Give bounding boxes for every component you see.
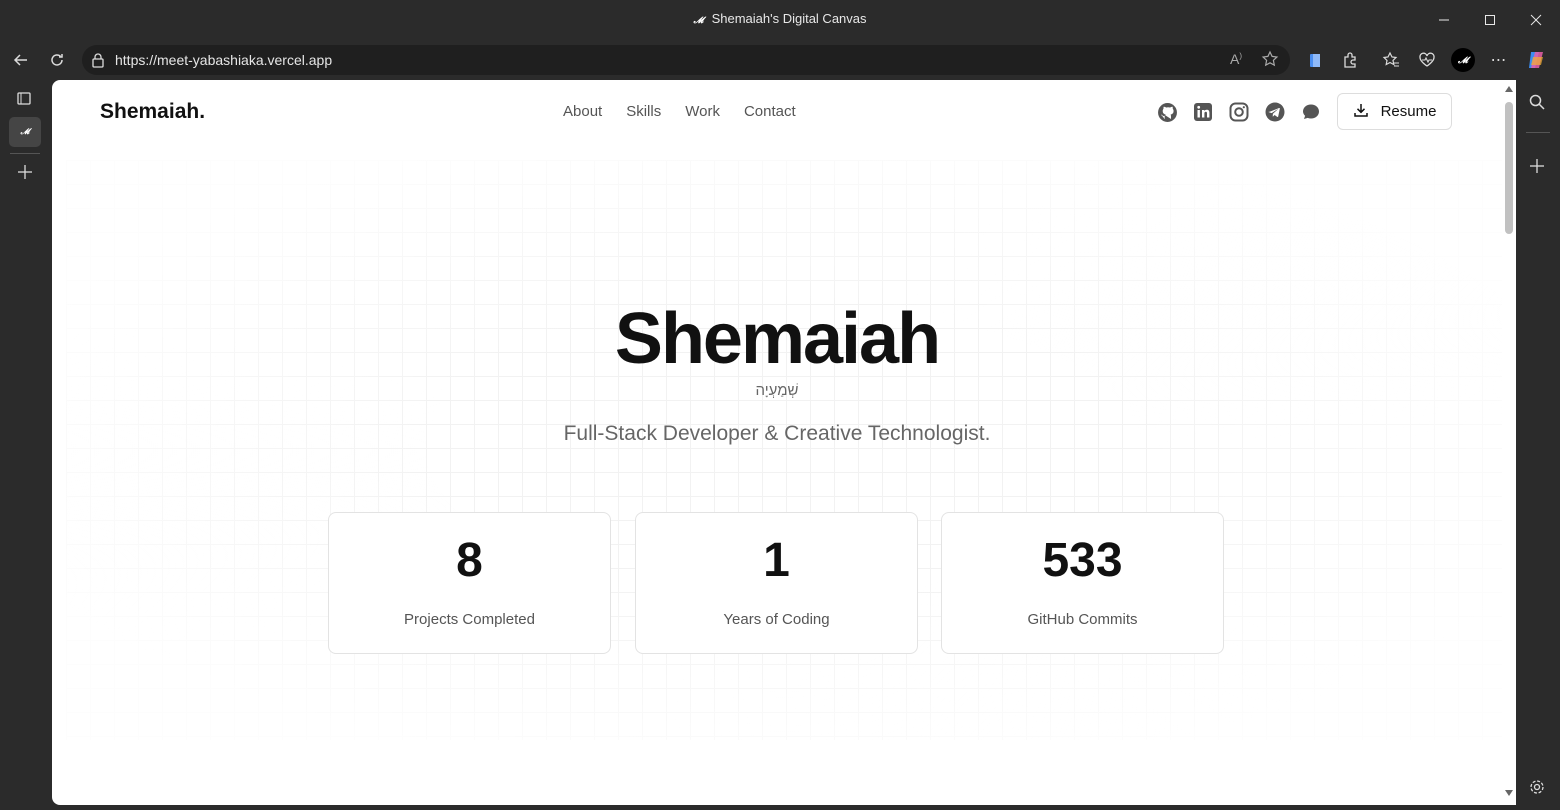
address-bar[interactable]: https://meet-yabashiaka.vercel.app A) [82,45,1290,75]
close-button[interactable] [1521,6,1551,34]
tab-favicon-icon: 𝓜 [693,15,704,25]
stat-label: GitHub Commits [1027,611,1138,628]
stat-label: Projects Completed [404,611,535,628]
browser-essentials-icon[interactable] [1415,48,1439,72]
more-options-icon[interactable]: ⋯ [1487,48,1511,72]
page-scrollbar[interactable] [1502,80,1516,805]
resume-label: Resume [1380,103,1437,120]
new-tab-icon[interactable] [17,164,33,185]
favorites-icon[interactable] [1379,48,1403,72]
back-button[interactable] [9,48,33,72]
hero-name: Shemaiah [614,299,941,379]
stat-card-commits: 533 GitHub Commits [941,512,1224,654]
stat-label: Years of Coding [723,611,830,628]
scroll-up-arrow-icon[interactable] [1505,86,1513,92]
favorite-star-icon[interactable] [1261,50,1279,73]
profile-avatar[interactable]: 𝓜 [1451,48,1475,72]
sidebar-rail [1516,80,1560,810]
window-titlebar: 𝓜 Shemaiah's Digital Canvas [0,0,1560,40]
copilot-icon[interactable] [1524,48,1548,72]
nav-skills[interactable]: Skills [626,103,661,120]
collections-icon[interactable] [1303,48,1327,72]
linkedin-icon[interactable] [1192,101,1214,123]
search-icon[interactable] [1528,93,1546,116]
scrollbar-thumb[interactable] [1505,102,1513,234]
site-logo[interactable]: Shemaiah. [100,100,205,124]
add-sidebar-app-icon[interactable] [1530,159,1544,178]
minimize-button[interactable] [1429,6,1459,34]
maximize-button[interactable] [1475,6,1505,34]
chat-icon[interactable] [1300,101,1322,123]
github-icon[interactable] [1156,101,1178,123]
nav-contact[interactable]: Contact [744,103,796,120]
settings-gear-icon[interactable] [1529,779,1545,800]
social-links [1156,101,1322,123]
read-aloud-icon[interactable]: A) [1230,51,1242,67]
page-viewport: Shemaiah. About Skills Work Contact Resu… [52,80,1516,805]
refresh-button[interactable] [45,48,69,72]
telegram-icon[interactable] [1264,101,1286,123]
vertical-tabs-rail: 𝓜 [0,80,52,810]
stat-card-years: 1 Years of Coding [635,512,918,654]
lock-icon [91,52,105,73]
nav-work[interactable]: Work [685,103,720,120]
hero-subtitle: Full-Stack Developer & Creative Technolo… [563,422,991,445]
tab-actions-icon[interactable] [16,90,32,111]
instagram-icon[interactable] [1228,101,1250,123]
resume-button[interactable]: Resume [1337,93,1452,130]
site-nav: About Skills Work Contact [563,103,796,120]
active-tab-favicon-icon[interactable]: 𝓜 [9,117,41,147]
scroll-down-arrow-icon[interactable] [1505,790,1513,796]
extensions-icon[interactable] [1338,48,1362,72]
stat-value: 1 [763,534,790,587]
stat-value: 533 [1042,534,1123,587]
stat-value: 8 [456,534,483,587]
window-title: 𝓜 Shemaiah's Digital Canvas [0,11,1560,26]
download-icon [1353,102,1369,122]
tab-divider [10,153,40,154]
hero-hebrew-name: שְׁמַעְיָה [755,382,799,399]
url-text: https://meet-yabashiaka.vercel.app [115,52,333,68]
nav-about[interactable]: About [563,103,602,120]
stat-card-projects: 8 Projects Completed [328,512,611,654]
sidebar-divider [1526,132,1550,133]
window-title-text: Shemaiah's Digital Canvas [711,11,867,26]
